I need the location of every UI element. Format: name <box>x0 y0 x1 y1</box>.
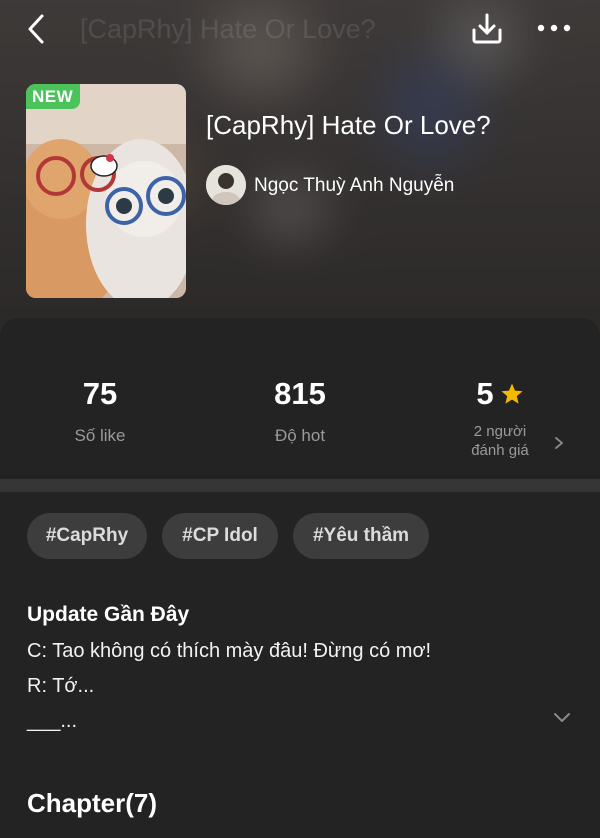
hot-stat: 815 Độ hot <box>200 376 400 446</box>
rating-count-label: 2 người đánh giá <box>400 422 600 460</box>
author-avatar[interactable] <box>206 165 246 205</box>
recent-update-title: Update Gần Đây <box>27 603 190 626</box>
download-button[interactable] <box>470 12 504 46</box>
star-icon <box>501 383 523 404</box>
book-title: [CapRhy] Hate Or Love? <box>206 110 491 140</box>
cat-cover-image <box>26 84 186 298</box>
chevron-right-icon[interactable] <box>552 436 566 450</box>
likes-label: Số like <box>74 426 126 445</box>
likes-stat: 75 Số like <box>0 376 200 446</box>
chevron-down-icon[interactable] <box>553 712 571 724</box>
tag-chip[interactable]: #Yêu thầm <box>293 513 429 559</box>
chevron-left-icon <box>28 14 44 44</box>
book-header-background: [CapRhy] Hate Or Love? NEW [CapRhy] Hate… <box>0 0 600 340</box>
book-cover[interactable] <box>26 84 186 298</box>
rating-label-line1: 2 người <box>473 423 527 440</box>
chapter-list-title[interactable]: Chapter(7) <box>27 788 157 819</box>
new-badge: NEW <box>26 84 81 109</box>
more-horizontal-icon <box>537 24 571 32</box>
rating-value-row: 5 <box>400 376 600 412</box>
update-text-line: ___... <box>27 710 78 732</box>
rating-label-line2: đánh giá <box>471 442 529 459</box>
stats-row: 75 Số like 815 Độ hot 5 2 người đánh giá <box>0 318 600 478</box>
author-avatar-image <box>206 165 246 205</box>
rating-stat[interactable]: 5 2 người đánh giá <box>400 376 600 460</box>
update-text-line: C: Tao không có thích mày đâu! Đừng có m… <box>27 640 432 662</box>
update-text-line: R: Tớ... <box>27 675 95 697</box>
author-name[interactable]: Ngọc Thuỳ Anh Nguyễn <box>254 175 454 197</box>
download-icon <box>472 13 502 44</box>
back-button[interactable] <box>22 14 52 44</box>
hot-count: 815 <box>274 376 326 411</box>
tag-chip[interactable]: #CP Idol <box>162 513 278 559</box>
section-divider <box>0 479 600 492</box>
tag-chip[interactable]: #CapRhy <box>27 513 147 559</box>
rating-value: 5 <box>476 376 494 411</box>
book-details-panel: 75 Số like 815 Độ hot 5 2 người đánh giá… <box>0 318 600 838</box>
more-options-button[interactable] <box>536 16 572 40</box>
hot-label: Độ hot <box>274 426 326 445</box>
likes-count: 75 <box>82 376 118 411</box>
topbar-title: [CapRhy] Hate Or Love? <box>80 14 376 44</box>
